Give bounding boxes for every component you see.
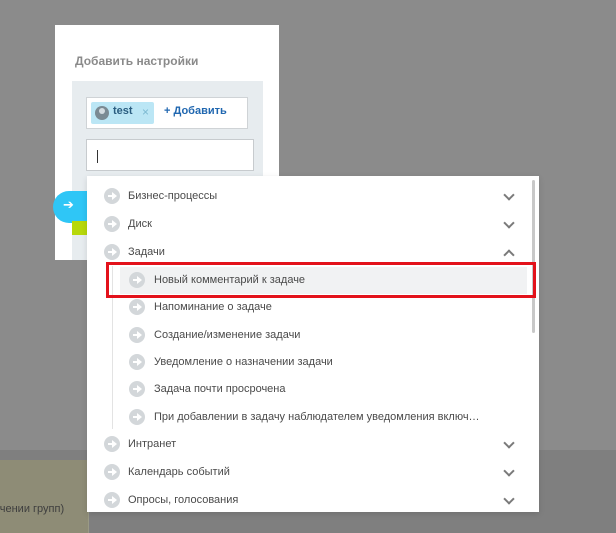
arrow-circle-icon [129, 409, 145, 425]
task-event-item[interactable]: При добавлении в задачу наблюдателем уве… [87, 404, 527, 431]
selection-highlight-frame [106, 262, 536, 298]
settings-title: Добавить настройки [75, 54, 199, 68]
recipient-tag[interactable]: test × [91, 102, 154, 124]
arrow-circle-icon [104, 436, 120, 452]
arrow-circle-icon [104, 464, 120, 480]
category-item[interactable]: Интранет [87, 431, 527, 458]
chevron-down-icon[interactable] [503, 189, 515, 201]
recipients-box: test × + Добавить [86, 97, 248, 129]
category-item[interactable]: Календарь событий [87, 459, 527, 486]
category-label: Диск [128, 218, 152, 230]
arrow-circle-icon [104, 188, 120, 204]
chevron-up-icon[interactable] [503, 249, 515, 261]
remove-tag-icon[interactable]: × [142, 105, 149, 119]
chevron-down-icon[interactable] [503, 217, 515, 229]
user-avatar-icon [95, 106, 109, 120]
arrow-circle-icon [104, 244, 120, 260]
category-item[interactable]: Опросы, голосования [87, 487, 527, 512]
task-event-label: Напоминание о задаче [154, 301, 272, 313]
task-event-label: Уведомление о назначении задачи [154, 356, 333, 368]
category-label: Интранет [128, 438, 177, 450]
arrow-circle-icon [129, 381, 145, 397]
arrow-right-icon: ➔ [63, 197, 74, 212]
dropdown-scrollbar[interactable] [532, 180, 535, 333]
arrow-circle-icon [129, 354, 145, 370]
recipient-tag-label: test [113, 105, 133, 117]
arrow-circle-icon [129, 327, 145, 343]
task-event-label: При добавлении в задачу наблюдателем уве… [154, 411, 480, 423]
chevron-down-icon[interactable] [503, 493, 515, 505]
category-label: Календарь событий [128, 466, 230, 478]
chevron-down-icon[interactable] [503, 437, 515, 449]
category-label: Бизнес-процессы [128, 190, 218, 202]
task-event-item[interactable]: Напоминание о задаче [87, 294, 527, 321]
add-recipient-link[interactable]: + Добавить [164, 105, 227, 117]
chevron-down-icon[interactable] [503, 465, 515, 477]
arrow-circle-icon [104, 216, 120, 232]
event-search-input[interactable] [86, 139, 254, 171]
event-type-dropdown: Бизнес-процессы Диск Задачи Новый коммен… [87, 176, 539, 512]
task-event-item[interactable]: Задача почти просрочена [87, 376, 527, 403]
task-event-label: Создание/изменение задачи [154, 329, 301, 341]
task-event-item[interactable]: Создание/изменение задачи [87, 322, 527, 349]
text-caret [97, 150, 98, 163]
background-card-text: ечении групп) [0, 503, 65, 515]
arrow-circle-icon [129, 299, 145, 315]
category-item[interactable]: Бизнес-процессы [87, 183, 527, 210]
background-card [0, 460, 89, 533]
category-label: Задачи [128, 246, 165, 258]
category-label: Опросы, голосования [128, 494, 239, 506]
arrow-circle-icon [104, 492, 120, 508]
task-event-label: Задача почти просрочена [154, 383, 286, 395]
category-item[interactable]: Диск [87, 211, 527, 238]
task-event-item[interactable]: Уведомление о назначении задачи [87, 349, 527, 376]
